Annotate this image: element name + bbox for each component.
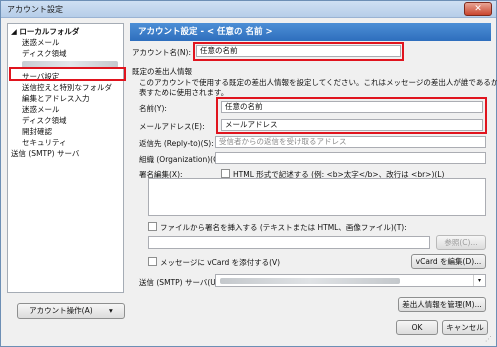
email-field[interactable]: メールアドレス [221, 119, 483, 131]
name-field[interactable]: 任意の名前 [221, 101, 483, 113]
edit-vcard-button[interactable]: vCard を編集(D)... [411, 254, 486, 269]
name-label: 名前(Y): [139, 104, 167, 113]
tree-item-smtp[interactable]: 送信 (SMTP) サーバ [8, 148, 79, 159]
account-name-field[interactable]: 任意の名前 [196, 45, 401, 57]
close-button[interactable]: ✕ [464, 2, 492, 16]
smtp-label: 送信 (SMTP) サーバ(U): [139, 278, 222, 287]
tree-item-junk-2[interactable]: 迷惑メール [8, 104, 60, 115]
email-label: メールアドレス(E): [139, 122, 205, 131]
tree-item-local-folders[interactable]: ◢ ローカルフォルダ [8, 26, 79, 37]
smtp-server-select[interactable]: ▾ [215, 274, 486, 287]
chevron-down-icon: ▾ [473, 275, 485, 286]
organization-label: 組織 (Organization)(O): [139, 155, 225, 164]
organization-field[interactable] [215, 152, 486, 164]
account-actions-label: アカウント操作(A) [29, 306, 93, 315]
smtp-server-value-blurred [220, 278, 400, 284]
tree-item-server-settings[interactable]: サーバ設定 [8, 71, 59, 82]
reply-to-field[interactable]: 受信者からの返信を受け取るアドレス [215, 136, 486, 148]
chevron-down-icon: ▾ [109, 306, 113, 315]
resize-grip-icon[interactable]: ⋰ [485, 335, 494, 344]
tree-item-disk-space[interactable]: ディスク領域 [8, 48, 66, 59]
identity-section-label: 既定の差出人情報 [132, 67, 192, 76]
tree-item-security[interactable]: セキュリティ [8, 137, 67, 148]
vcard-label: メッセージに vCard を添付する(V) [160, 258, 281, 267]
account-actions-button[interactable]: アカウント操作(A) ▾ [17, 303, 125, 319]
title-bar: アカウント設定 ✕ [1, 1, 496, 18]
browse-button[interactable]: 参照(C)... [436, 235, 486, 250]
sig-file-path-field[interactable] [148, 236, 430, 249]
html-checkbox[interactable] [221, 169, 230, 178]
account-tree[interactable]: ◢ ローカルフォルダ 迷惑メール ディスク領域 サーバ設定 送信控えと特別なフォ… [7, 23, 124, 293]
cancel-button[interactable]: キャンセル [442, 320, 488, 335]
tree-item-return-receipts[interactable]: 開封確認 [8, 126, 52, 137]
manage-identities-button[interactable]: 差出人情報を管理(M)... [398, 297, 486, 312]
account-name-label: アカウント名(N): [132, 48, 191, 57]
tree-item-account-blurred[interactable] [22, 61, 118, 68]
vcard-checkbox[interactable] [148, 257, 157, 266]
sig-file-label: ファイルから署名を挿入する (テキストまたは HTML、画像ファイル)(T): [160, 223, 407, 232]
sig-file-checkbox[interactable] [148, 222, 157, 231]
tree-item-disk-space-2[interactable]: ディスク領域 [8, 115, 66, 126]
signature-textarea[interactable] [148, 178, 486, 216]
tree-item-copies-folders[interactable]: 送信控えと特別なフォルダ [8, 82, 112, 93]
tree-item-composition[interactable]: 編集とアドレス入力 [8, 93, 90, 104]
account-settings-window: アカウント設定 ✕ ◢ ローカルフォルダ 迷惑メール ディスク領域 サーバ設定 … [0, 0, 497, 347]
page-title: アカウント設定 - < 任意の 名前 > [130, 23, 491, 41]
tree-item-junk[interactable]: 迷惑メール [8, 37, 60, 48]
reply-to-label: 返信先 (Reply-to)(S): [139, 139, 214, 148]
ok-button[interactable]: OK [396, 320, 438, 335]
identity-description-2: 表すために使用されます。 [139, 88, 229, 97]
window-title: アカウント設定 [7, 5, 63, 14]
